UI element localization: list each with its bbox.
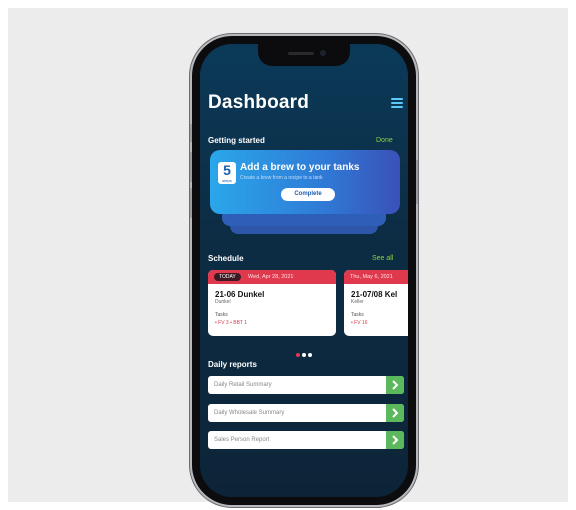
report-item[interactable]: Daily Retail Summary <box>208 376 404 394</box>
daily-reports-title: Daily reports <box>208 360 257 369</box>
schedule-date: Wed, Apr 28, 2021 <box>248 274 294 280</box>
power-button <box>416 160 418 204</box>
brew-name: 21-06 Dunkel <box>215 290 265 299</box>
pager-dot[interactable] <box>308 353 312 357</box>
brew-style: Dunkel <box>215 299 231 305</box>
report-item[interactable]: Sales Person Report <box>208 431 404 449</box>
chevron-right-icon[interactable] <box>386 404 404 422</box>
schedule-title: Schedule <box>208 254 244 263</box>
canvas-background: Dashboard Getting started Done 5 steps A… <box>8 8 568 505</box>
schedule-date: Thu, May 6, 2021 <box>350 274 393 280</box>
today-badge: TODAY <box>214 273 241 281</box>
tank-tasks: • FV 3 • BBT 1 <box>215 320 248 326</box>
tasks-label: Tasks <box>215 312 228 318</box>
front-camera <box>320 50 326 56</box>
schedule-card-header: TODAY Wed, Apr 28, 2021 <box>208 270 336 284</box>
volume-down-button <box>190 188 192 218</box>
getting-started-task-card[interactable]: 5 steps Add a brew to your tanks Create … <box>210 150 400 214</box>
complete-button[interactable]: Complete <box>281 188 335 201</box>
task-subtitle: Create a brew from a recipe to a tank <box>240 175 323 181</box>
see-all-link[interactable]: See all <box>372 255 393 262</box>
pager-dot[interactable] <box>302 353 306 357</box>
steps-count-badge: 5 steps <box>218 162 236 184</box>
task-title: Add a brew to your tanks <box>240 162 360 173</box>
schedule-card-header: Thu, May 6, 2021 <box>344 270 408 284</box>
task-card-stack-middle <box>222 212 386 226</box>
schedule-card[interactable]: Thu, May 6, 2021 21-07/08 Kel Keller Tas… <box>344 270 408 336</box>
hamburger-menu-icon[interactable] <box>391 98 403 108</box>
schedule-card[interactable]: TODAY Wed, Apr 28, 2021 21-06 Dunkel Dun… <box>208 270 336 336</box>
schedule-pager[interactable] <box>296 344 314 357</box>
done-link[interactable]: Done <box>376 137 393 144</box>
pager-dot[interactable] <box>296 353 300 357</box>
steps-unit: steps <box>222 178 232 183</box>
report-item[interactable]: Daily Wholesale Summary <box>208 404 404 422</box>
tasks-label: Tasks <box>351 312 364 318</box>
chevron-right-icon[interactable] <box>386 431 404 449</box>
volume-up-button <box>190 152 192 182</box>
phone-notch <box>258 44 350 66</box>
tank-tasks: • FV 16 <box>351 320 368 326</box>
brew-style: Keller <box>351 299 364 305</box>
report-label: Sales Person Report <box>214 437 270 443</box>
app-screen: Dashboard Getting started Done 5 steps A… <box>200 44 408 497</box>
steps-count: 5 <box>223 162 231 178</box>
mute-switch <box>190 124 192 142</box>
brew-name: 21-07/08 Kel <box>351 290 398 299</box>
phone-frame: Dashboard Getting started Done 5 steps A… <box>190 36 418 505</box>
report-label: Daily Retail Summary <box>214 382 272 388</box>
chevron-right-icon[interactable] <box>386 376 404 394</box>
report-label: Daily Wholesale Summary <box>214 410 285 416</box>
page-title: Dashboard <box>208 92 310 113</box>
speaker-grille <box>288 52 314 55</box>
getting-started-title: Getting started <box>208 136 265 145</box>
